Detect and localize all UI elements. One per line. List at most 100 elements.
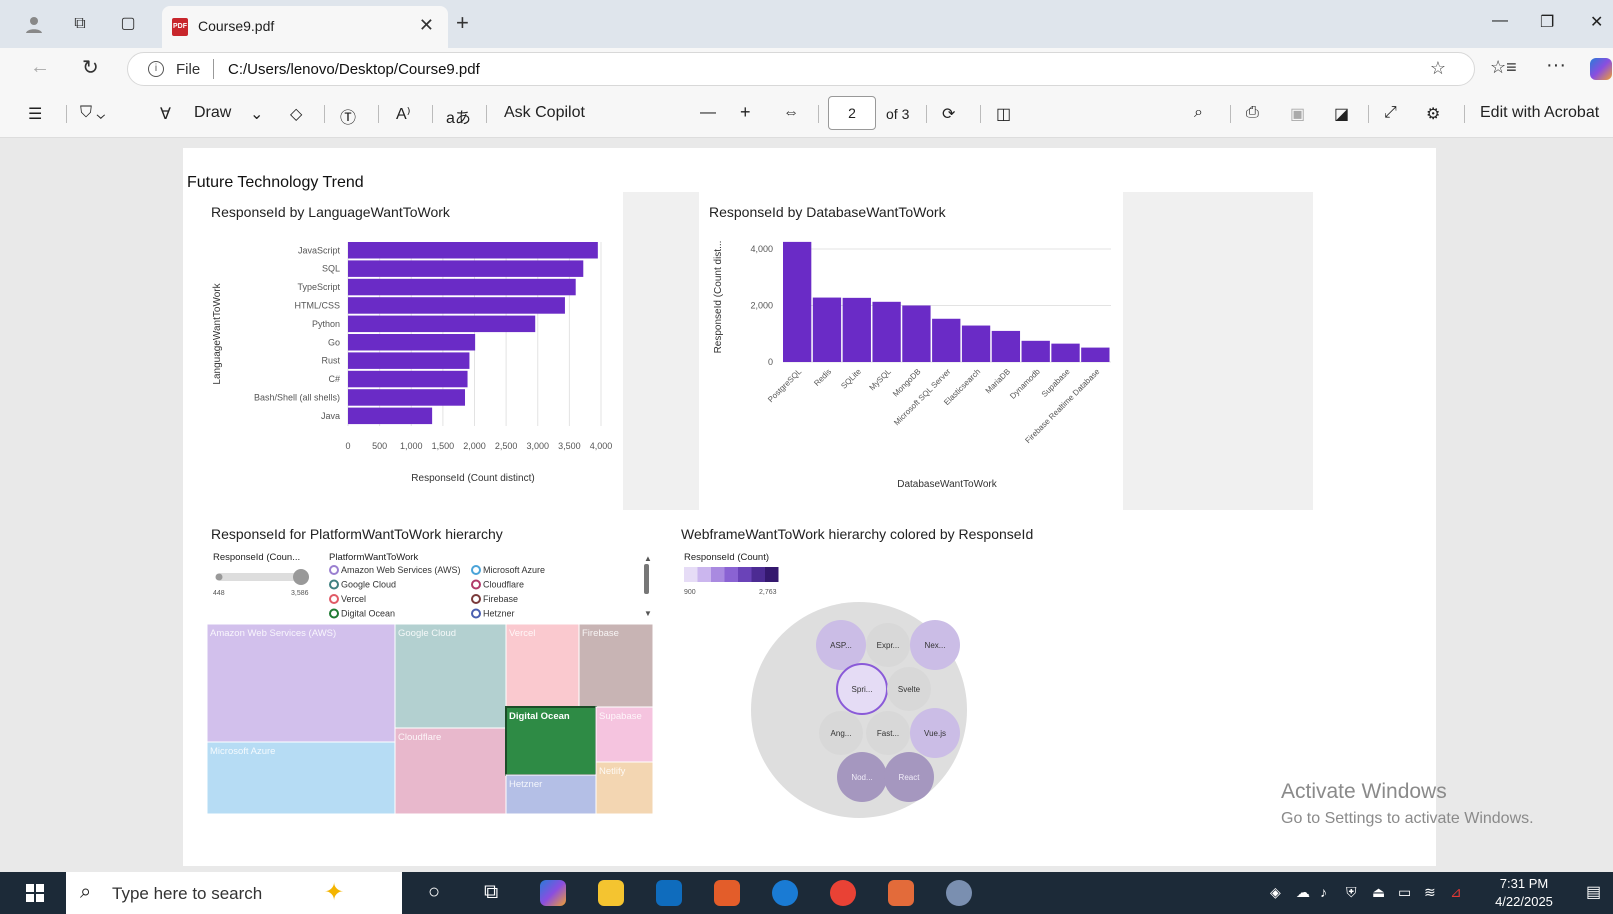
file-explorer-icon[interactable] [598,880,624,906]
teams-icon[interactable]: ◈ [1270,884,1281,901]
security-icon[interactable]: ⛨ [1346,884,1357,901]
save-icon[interactable]: ▣ [1290,104,1305,124]
legend-label: Cloudflare [483,580,524,590]
battery-icon[interactable]: ▭ [1398,884,1411,901]
treemap-tile [394,623,507,729]
edge-browser-icon[interactable] [772,880,798,906]
x-tick-label: 2,500 [495,441,518,451]
read-aloud-icon[interactable]: A⁾ [396,104,411,124]
contents-icon[interactable]: ☰ [28,104,42,124]
draw-icon[interactable]: ∀ [160,104,171,124]
color-legend-step [765,567,779,582]
volume-icon[interactable]: ♪ [1320,884,1327,900]
fit-width-icon[interactable]: ⇔ [783,104,799,122]
favorite-star-icon[interactable]: ☆ [1430,58,1446,79]
treemap-tile [206,623,396,743]
category-label: Microsoft SQL Server [892,367,952,427]
highlight-icon[interactable]: ⛉ ⌄ [80,104,105,122]
page-number-input[interactable]: 2 [828,96,876,130]
powerpoint-icon[interactable] [888,880,914,906]
legend-swatch [471,594,481,604]
chrome-icon[interactable] [830,880,856,906]
notifications-icon[interactable]: ▤ [1586,882,1601,902]
legend-swatch [329,594,339,604]
x-tick-label: 2,000 [463,441,486,451]
tab-course9[interactable]: PDF Course9.pdf ✕ [162,6,448,48]
media-app-icon[interactable] [714,880,740,906]
task-view-icon[interactable]: ⧉ [484,881,498,904]
outlook-icon[interactable] [656,880,682,906]
legend-label: Amazon Web Services (AWS) [341,565,461,575]
zoom-in-icon[interactable]: + [740,102,751,123]
bar [348,334,476,351]
more-options-icon[interactable]: ··· [1546,54,1566,77]
toolbar-divider [926,105,927,123]
copilot-sparkle-icon[interactable]: ✦ [324,878,344,907]
clock-time: 7:31 PM [1499,876,1549,891]
url-text[interactable]: C:/Users/lenovo/Desktop/Course9.pdf [228,61,480,78]
cortana-icon[interactable]: ○ [428,881,440,904]
language-chart-panel: ResponseId by LanguageWantToWork 0 500 1,0… [203,192,623,510]
category-label: TypeScript [297,282,340,292]
legend-label: Google Cloud [341,580,396,590]
platform-treemap: ResponseId (Coun... 448 3,586 PlatformWantT… [206,552,654,815]
settings-gear-icon[interactable]: ⚙ [1426,104,1440,124]
tab-actions-icon[interactable]: ▢ [118,14,138,34]
paint-icon[interactable] [946,880,972,906]
wifi-icon[interactable]: ≋ [1424,884,1436,901]
legend-label: Digital Ocean [341,609,395,619]
search-icon[interactable]: ⌕ [1194,104,1203,122]
favorites-icon[interactable]: ☆≡ [1490,57,1517,78]
translate-icon[interactable]: aあ [446,104,471,128]
bar [1021,340,1050,362]
profile-icon[interactable] [24,14,44,34]
ask-copilot-button[interactable]: Ask Copilot [504,104,585,122]
address-bar-row: ← ↻ i File C:/Users/lenovo/Desktop/Cours… [0,48,1613,90]
system-clock[interactable]: 7:31 PM 4/22/2025 [1493,876,1555,909]
draw-chevron-icon[interactable]: ⌄ [250,104,263,124]
taskbar-search-placeholder: Type here to search [112,884,263,903]
legend-swatch [471,565,481,575]
fullscreen-icon[interactable]: ⤢ [1384,104,1397,122]
rotate-icon[interactable]: ⟳ [942,104,955,124]
cloud-sync-icon[interactable]: ☁ [1296,884,1310,901]
treemap-tile-label: Cloudflare [398,732,441,743]
scroll-down-icon: ▼ [644,609,652,618]
refresh-icon[interactable]: ↻ [82,55,99,80]
eraser-icon[interactable]: ◇ [290,104,302,124]
zoom-out-icon[interactable]: — [700,104,716,122]
restore-button[interactable]: ❐ [1540,12,1554,32]
workspaces-icon[interactable]: ⧉ [70,14,90,34]
color-legend-step [751,567,765,582]
draw-button[interactable]: Draw [194,104,231,122]
copilot-app-icon[interactable] [540,880,566,906]
windows-start-icon[interactable] [26,884,44,902]
category-label: MariaDB [984,367,1012,395]
legend-scrollbar [644,564,649,594]
usb-icon[interactable]: ⏏ [1372,884,1385,901]
taskbar-search-box[interactable]: ⌕ Type here to search ✦ [66,872,402,914]
scroll-up-icon: ▲ [644,554,652,563]
toolbar-divider [818,105,819,123]
tab-close-button[interactable]: ✕ [419,15,434,36]
page-view-icon[interactable]: ◫ [996,104,1011,124]
copilot-icon[interactable] [1590,58,1612,80]
toolbar-divider [1464,105,1465,123]
save-as-icon[interactable]: ◪ [1334,104,1349,124]
language-bar-chart: 0 500 1,000 1,500 2,000 2,500 3,000 3,500 4,000 J… [212,242,612,484]
print-icon[interactable]: ⎙ [1246,104,1259,122]
minimize-button[interactable]: — [1492,12,1508,30]
acrobat-tray-icon[interactable]: ⊿ [1450,884,1462,901]
bubble-label: Nex... [925,641,946,650]
text-box-icon[interactable]: Ⓣ [340,104,356,128]
category-label: MySQL [868,367,894,393]
close-window-button[interactable]: ✕ [1590,12,1603,32]
treemap-tile-label: Microsoft Azure [210,746,275,757]
new-tab-button[interactable]: + [456,10,469,36]
edit-with-acrobat-button[interactable]: Edit with Acrobat [1480,104,1599,122]
info-icon[interactable]: i [148,61,164,77]
bar [932,318,961,362]
address-bar[interactable]: i File C:/Users/lenovo/Desktop/Course9.p… [127,52,1475,86]
report-title: Future Technology Trend [187,174,364,191]
back-icon[interactable]: ← [30,56,50,79]
